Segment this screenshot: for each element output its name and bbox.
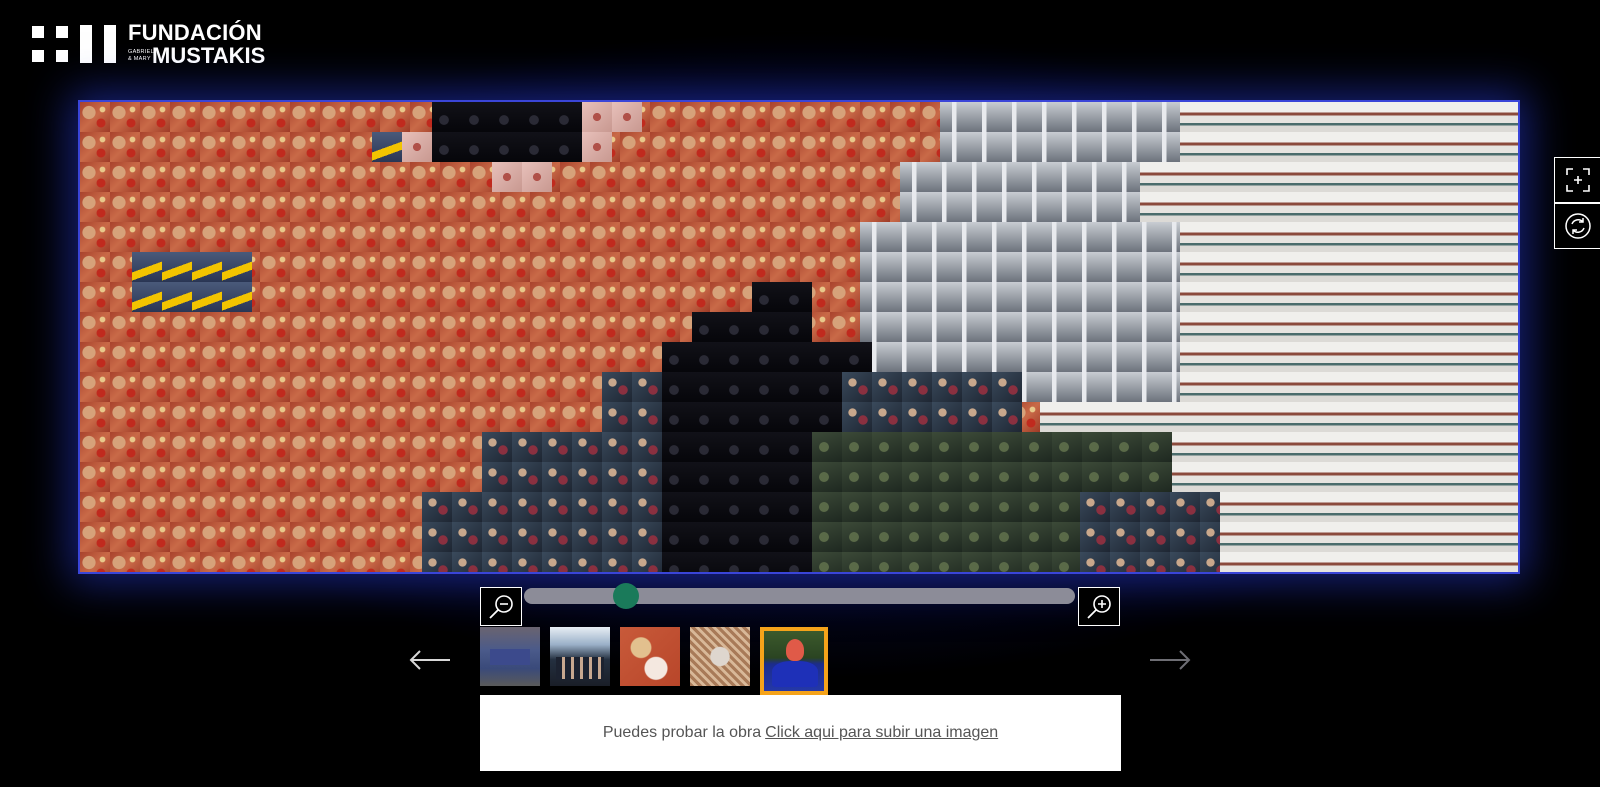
upload-panel: Puedes probar la obra Click aqui para su… <box>480 695 1121 771</box>
mosaic-viewer[interactable] <box>78 100 1520 574</box>
mosaic-region-people-5 <box>1080 492 1220 572</box>
zoom-slider-track[interactable] <box>524 588 1075 604</box>
zoom-in-button[interactable] <box>1078 587 1120 626</box>
arrow-right-icon <box>1150 650 1191 670</box>
brand-name-small: GABRIEL & MARY <box>128 48 154 62</box>
mosaic-region-dark-top <box>432 102 582 162</box>
zoom-out-icon <box>489 594 513 619</box>
brand-name-top: FUNDACIÓN <box>128 19 262 45</box>
arrow-left-icon <box>409 650 450 670</box>
mosaic-region-people-3 <box>422 492 482 572</box>
expand-icon <box>1565 168 1590 192</box>
brand-logo[interactable]: FUNDACIÓN GABRIEL & MARY MUSTAKIS <box>32 19 266 68</box>
refresh-icon <box>1564 213 1591 239</box>
fundacion-mustakis-logo-icon <box>32 24 124 64</box>
carousel-thumb-2[interactable] <box>550 627 610 686</box>
mosaic-image[interactable] <box>80 102 1518 572</box>
zoom-slider-thumb[interactable] <box>613 583 640 609</box>
upload-image-link[interactable]: Click aqui para subir una imagen <box>765 724 998 742</box>
fullscreen-button[interactable] <box>1554 157 1600 203</box>
mosaic-region-people-2 <box>482 432 662 572</box>
upload-prompt-text: Puedes probar la obra <box>602 724 762 741</box>
brand-name-bottom: MUSTAKIS <box>152 42 266 68</box>
carousel-next-button[interactable] <box>1148 648 1192 672</box>
mosaic-region-yellow-2 <box>132 252 252 312</box>
carousel-thumb-4[interactable] <box>690 627 750 686</box>
carousel-thumb-5-selected[interactable] <box>760 627 828 695</box>
mosaic-region-gray-top <box>940 102 1180 162</box>
carousel-prev-button[interactable] <box>408 648 452 672</box>
zoom-in-icon <box>1087 594 1111 619</box>
mosaic-region-pink-2 <box>582 132 612 162</box>
carousel-thumb-3[interactable] <box>620 627 680 686</box>
mosaic-region-yellow-1 <box>372 132 402 162</box>
mosaic-region-pink-4 <box>402 132 432 162</box>
carousel-thumb-1[interactable] <box>480 627 540 686</box>
refresh-button[interactable] <box>1554 203 1600 249</box>
mosaic-region-white-3 <box>1220 402 1518 572</box>
mosaic-region-pink-3 <box>492 162 552 192</box>
mosaic-region-pink-1 <box>582 102 642 132</box>
zoom-out-button[interactable] <box>480 587 522 626</box>
brand-name: FUNDACIÓN GABRIEL & MARY MUSTAKIS <box>128 19 266 68</box>
